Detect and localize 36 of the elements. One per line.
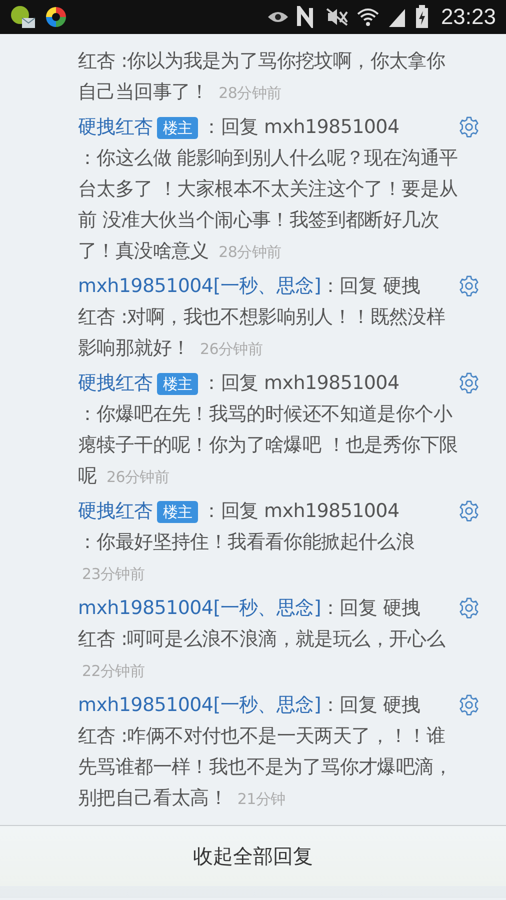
author-link[interactable]: mxh19851004[一秒、思念] <box>78 271 321 302</box>
author-link[interactable]: 硬拽红杏 <box>78 368 153 399</box>
host-badge: 楼主 <box>156 116 198 138</box>
status-time: 23:23 <box>440 4 496 30</box>
reply-target: ：回复 mxh19851004 <box>202 371 400 396</box>
app-notification-icon <box>44 5 68 29</box>
reply-target: ：回复 硬拽 <box>320 274 420 299</box>
signal-icon <box>386 7 407 27</box>
mute-icon <box>324 7 349 27</box>
settings-icon[interactable] <box>458 116 480 138</box>
reply-target: ：回复 mxh19851004 <box>202 115 400 140</box>
settings-icon[interactable] <box>458 372 480 394</box>
reply-target: ：回复 mxh19851004 <box>202 499 400 524</box>
battery-charging-icon <box>414 5 429 29</box>
host-badge: 楼主 <box>156 500 198 522</box>
reply-text: 红杏 :对啊，我也不想影响别人！！既然没样影响那就好！ 26分钟前 <box>78 305 446 361</box>
settings-icon[interactable] <box>458 500 480 522</box>
reply-target: ：回复 硬拽 <box>320 596 420 621</box>
settings-icon[interactable] <box>458 694 480 716</box>
reply-text: 红杏 :咋俩不对付也不是一天两天了，！！谁先骂谁都一样！我也不是为了骂你才爆吧滴，别把自己看太高！ 21分钟 <box>78 724 454 811</box>
host-badge: 楼主 <box>156 372 198 394</box>
eye-icon <box>266 10 289 24</box>
reply-text: 红杏 :呵呵是么浪不浪滴，就是玩么，开心么 22分钟前 <box>78 627 446 682</box>
author-link[interactable]: mxh19851004[一秒、思念] <box>78 690 321 721</box>
reply-target: ：回复 硬拽 <box>320 693 420 718</box>
author-link[interactable]: 硬拽红杏 <box>78 496 153 527</box>
settings-icon[interactable] <box>458 275 480 297</box>
reply-text: ：你爆吧在先！我骂的时候还不知道是你个小瘪犊子干的呢！你为了啥爆吧 ！也是秀你下限呢 26分钟前 <box>78 402 459 489</box>
reply-text: 红杏 :你以为我是为了骂你挖坟啊，你太拿你自己当回事了！ 28分钟前 <box>78 49 446 105</box>
wifi-icon <box>356 7 379 27</box>
author-link[interactable]: mxh19851004[一秒、思念] <box>78 593 321 624</box>
mail-notification-icon <box>10 5 36 29</box>
author-link[interactable]: 硬拽红杏 <box>78 112 153 143</box>
reply-text: ：你这么做 能影响到别人什么呢？现在沟通平台太多了 ！大家根本不太关注这个了！要是从前 没准大伙当个闹心事！我签到都断好几次了！真没啥意义 28分钟前 <box>78 146 459 264</box>
settings-icon[interactable] <box>458 597 480 619</box>
reply-text: ：你最好坚持住！我看看你能掀起什么浪 23分钟前 <box>78 530 416 585</box>
